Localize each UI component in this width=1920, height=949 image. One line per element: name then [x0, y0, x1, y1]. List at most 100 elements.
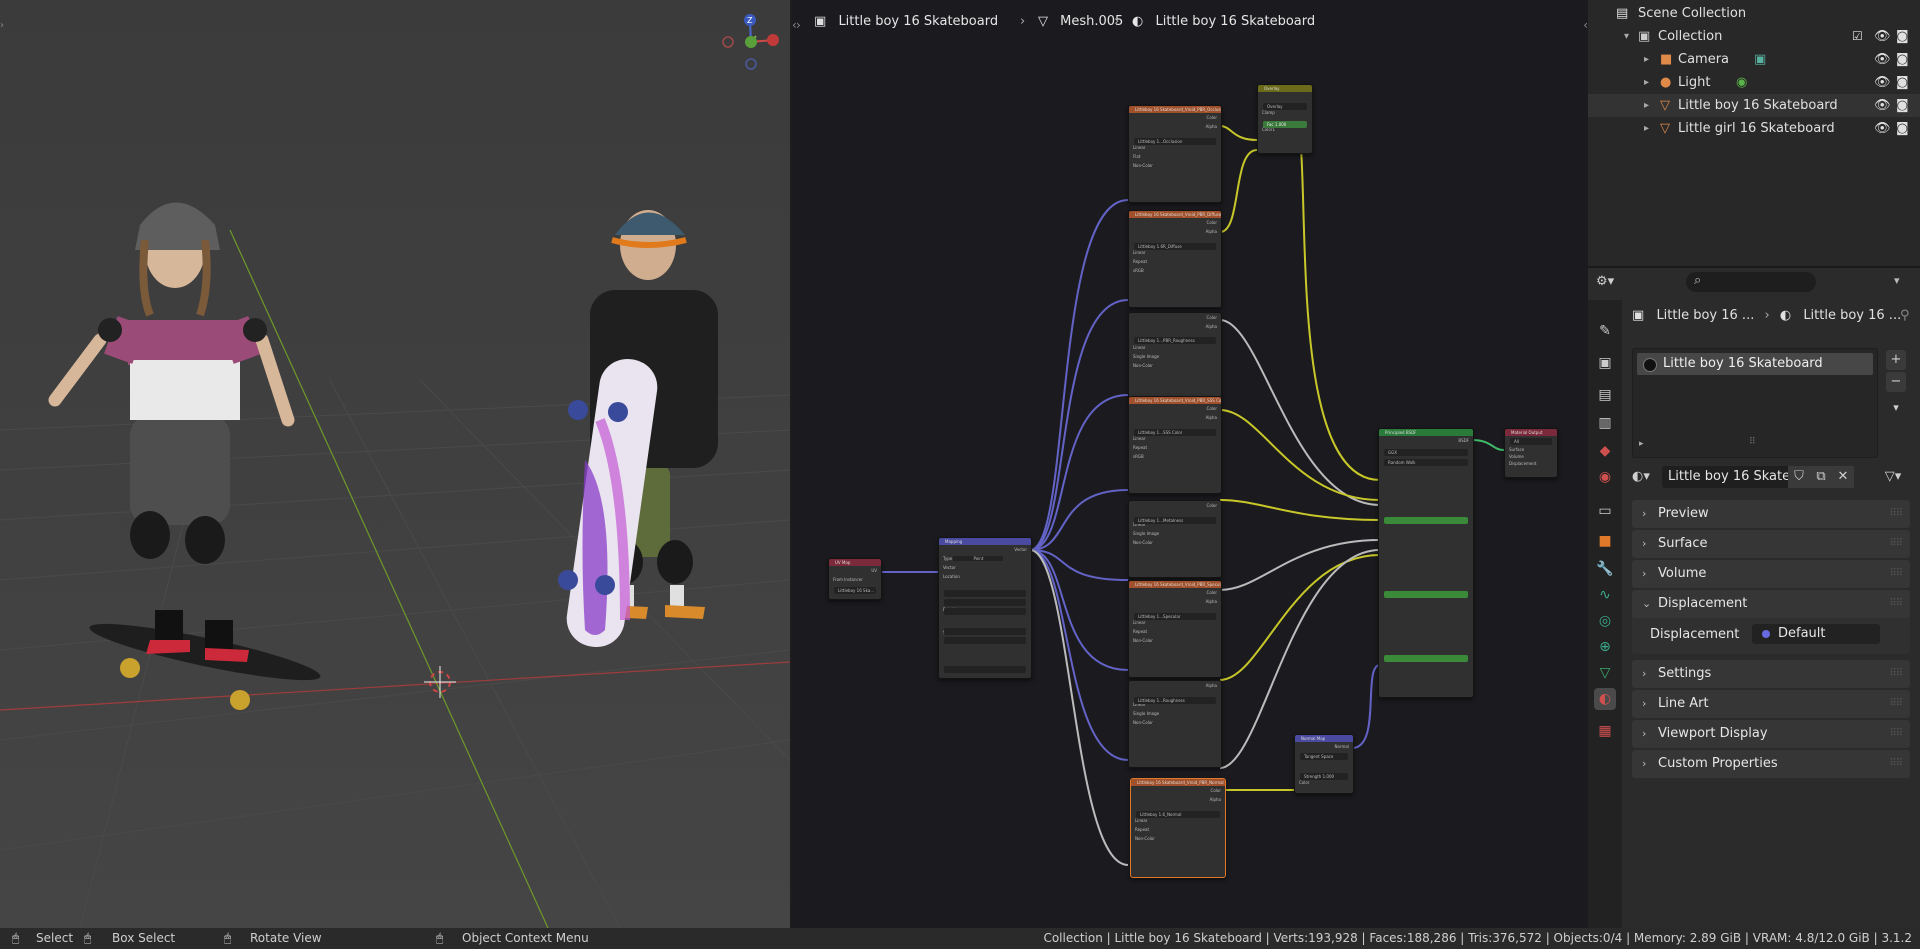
link-mode-button[interactable]: ▽▾ — [1878, 466, 1908, 488]
overlay-mix-node[interactable]: Overlay Overlay Clamp Fac 1.000 Color1 — [1257, 84, 1313, 154]
material-browse-button[interactable]: ◐▾ — [1632, 466, 1660, 488]
panel-displacement[interactable]: ⌄ Displacement ⠿⠿ Displacement Default — [1632, 590, 1910, 654]
chevron-right-icon: › — [1642, 567, 1647, 580]
scene-collection-row[interactable]: ▤ Scene Collection — [1588, 2, 1920, 25]
panel-line-art[interactable]: › Line Art ⠿⠿ — [1632, 690, 1910, 718]
shader-editor[interactable]: ‹ › ▣ Little boy 16 Skateboard › ▽ Mesh.… — [792, 0, 1588, 928]
unlink-close-icon[interactable]: ✕ — [1832, 466, 1854, 488]
physics-tab-icon[interactable]: ◎ — [1594, 610, 1616, 632]
panel-surface[interactable]: › Surface ⠿⠿ — [1632, 530, 1910, 558]
texture-tab-icon[interactable]: ▦ — [1594, 720, 1616, 742]
add-slot-button[interactable]: + — [1886, 350, 1906, 370]
image-texture-node[interactable]: Littleboy 16 Skateboard_Vroid_PBR_Diffus… — [1128, 210, 1222, 308]
outliner-item-camera[interactable]: ▸ ■ Camera ▣ 👁 ◙ — [1588, 48, 1920, 71]
object-tab-icon[interactable]: ■ — [1594, 530, 1616, 552]
chevron-down-icon[interactable]: ▾ — [1624, 25, 1629, 48]
duplicate-material-icon[interactable]: ⧉ — [1810, 466, 1832, 488]
constraints-tab-icon[interactable]: ⊕ — [1594, 636, 1616, 658]
camera-render-icon[interactable]: ◙ — [1896, 48, 1909, 71]
chevron-right-icon: › — [1642, 727, 1647, 740]
play-icon[interactable]: ▸ — [1639, 439, 1644, 449]
material-icon: ◐ — [1779, 308, 1792, 323]
mapping-node[interactable]: Mapping Vector Type Point Vector Locatio… — [938, 537, 1032, 679]
list-resize-handle[interactable]: ⠿ — [1749, 437, 1756, 447]
scene-tab-icon[interactable]: ◆ — [1594, 440, 1616, 462]
chevron-right-icon[interactable]: ▸ — [1644, 94, 1649, 117]
viewport-edge-arrow[interactable]: › — [0, 20, 4, 31]
image-texture-node[interactable]: Littleboy 16 Skateboard_Vroid_PBR_Occlus… — [1128, 105, 1222, 203]
mouse-middle-icon: 🖱 — [84, 931, 92, 945]
collection-tab-icon[interactable]: ▭ — [1594, 500, 1616, 522]
particles-tab-icon[interactable]: ∿ — [1594, 584, 1616, 606]
eye-icon[interactable]: 👁 — [1874, 117, 1891, 140]
image-texture-node[interactable]: Littleboy 16 Skateboard_Vroid_PBR_SSS Co… — [1128, 396, 1222, 494]
editor-type-button[interactable]: ⚙▾ — [1596, 274, 1626, 294]
outliner[interactable]: ▤ Scene Collection ▾ ▣ Collection ☑ 👁 ◙ … — [1588, 0, 1920, 266]
material-name-field[interactable]: Little boy 16 Skate... — [1662, 466, 1790, 488]
eye-icon[interactable]: 👁 — [1874, 71, 1891, 94]
camera-render-icon[interactable]: ◙ — [1896, 94, 1909, 117]
chevron-right-icon: › — [1642, 507, 1647, 520]
camera-render-icon[interactable]: ◙ — [1896, 25, 1909, 48]
remove-slot-button[interactable]: − — [1886, 372, 1906, 392]
view-layer-tab-icon[interactable]: ▥ — [1594, 412, 1616, 434]
image-texture-node[interactable]: Color Alpha Littleboy 1...PBR_Roughness … — [1128, 312, 1222, 398]
mesh-object-icon: ▽ — [1660, 98, 1670, 113]
properties-breadcrumb: ▣ Little boy 16 ... › ◐ Little boy 16 ..… — [1632, 308, 1902, 323]
camera-render-icon[interactable]: ◙ — [1896, 71, 1909, 94]
panel-preview[interactable]: › Preview ⠿⠿ — [1632, 500, 1910, 528]
displacement-method-dropdown[interactable]: Default — [1752, 624, 1880, 644]
outliner-item-boy[interactable]: ▸ ▽ Little boy 16 Skateboard 👁 ◙ — [1588, 94, 1920, 117]
chevron-right-icon[interactable]: ▸ — [1644, 48, 1649, 71]
modifier-tab-icon[interactable]: 🔧 — [1594, 558, 1616, 580]
search-input[interactable]: ⌕ — [1686, 272, 1816, 292]
chevron-down-icon[interactable]: ▾ — [1894, 274, 1900, 287]
material-tab-icon[interactable]: ◐ — [1594, 688, 1616, 710]
3d-viewport[interactable]: Z › — [0, 0, 790, 928]
properties-editor[interactable]: ⚙▾ ⌕ ▾ ✎ ▣ ▤ ▥ ◆ ◉ ▭ ■ 🔧 ∿ ◎ ⊕ ▽ ◐ ▦ ▣ L… — [1588, 266, 1920, 930]
image-texture-node[interactable]: Color Littleboy 1...Metalness Linear Sin… — [1128, 500, 1222, 578]
outliner-item-light[interactable]: ▸ ● Light ◉ 👁 ◙ — [1588, 71, 1920, 94]
world-tab-icon[interactable]: ◉ — [1594, 466, 1616, 488]
image-texture-node[interactable]: Littleboy 16 Skateboard_Vroid_PBR_Specul… — [1128, 580, 1222, 678]
eye-icon[interactable]: 👁 — [1874, 94, 1891, 117]
properties-tabs: ✎ ▣ ▤ ▥ ◆ ◉ ▭ ■ 🔧 ∿ ◎ ⊕ ▽ ◐ ▦ — [1588, 300, 1622, 930]
vector-socket-icon — [1762, 630, 1770, 638]
material-output-node[interactable]: Material Output All Surface Volume Displ… — [1504, 428, 1558, 478]
chevron-right-icon[interactable]: ▸ — [1644, 117, 1649, 140]
render-tab-icon[interactable]: ▣ — [1594, 352, 1616, 374]
data-tab-icon[interactable]: ▽ — [1594, 662, 1616, 684]
principled-bsdf-node[interactable]: Principled BSDF BSDF GGX Random Walk — [1378, 428, 1474, 698]
eye-icon[interactable]: 👁 — [1874, 25, 1891, 48]
material-preview-icon — [1643, 358, 1657, 372]
light-data-icon[interactable]: ◉ — [1736, 71, 1747, 94]
material-slot-item[interactable]: Little boy 16 Skateboard — [1637, 353, 1873, 375]
panel-volume[interactable]: › Volume ⠿⠿ — [1632, 560, 1910, 588]
pin-icon[interactable]: ⚲ — [1900, 308, 1910, 323]
image-texture-node-selected[interactable]: Littleboy 16 Skateboard_Vroid_PBR_Normal… — [1130, 778, 1226, 878]
panel-viewport-display[interactable]: › Viewport Display ⠿⠿ — [1632, 720, 1910, 748]
status-rotate-hint: Rotate View — [250, 931, 322, 945]
displacement-label: Displacement — [1650, 627, 1740, 642]
material-slot-list[interactable]: Little boy 16 Skateboard ▸ ⠿ — [1632, 348, 1878, 458]
viewport-scene: Z — [0, 0, 790, 928]
gizmo-x-handle — [767, 34, 779, 46]
slot-specials-button[interactable]: ▾ — [1886, 398, 1906, 418]
tool-tab-icon[interactable]: ✎ — [1594, 320, 1616, 342]
collection-row[interactable]: ▾ ▣ Collection ☑ 👁 ◙ — [1588, 25, 1920, 48]
image-texture-node[interactable]: Alpha Littleboy 1...Roughness Linear Sin… — [1128, 680, 1222, 768]
normal-map-node[interactable]: Normal Map Normal Tangent Space Strength… — [1294, 734, 1354, 794]
fake-user-shield-icon[interactable]: ⛉ — [1788, 466, 1810, 488]
panel-custom-properties[interactable]: › Custom Properties ⠿⠿ — [1632, 750, 1910, 778]
status-bar: 🖱 Select 🖱 Box Select 🖱 Rotate View 🖱 Ob… — [0, 928, 1920, 949]
outliner-item-girl[interactable]: ▸ ▽ Little girl 16 Skateboard 👁 ◙ — [1588, 117, 1920, 140]
checkbox-icon[interactable]: ☑ — [1852, 25, 1863, 48]
camera-data-icon[interactable]: ▣ — [1754, 48, 1766, 71]
chevron-right-icon: › — [1642, 667, 1647, 680]
camera-render-icon[interactable]: ◙ — [1896, 117, 1909, 140]
output-tab-icon[interactable]: ▤ — [1594, 384, 1616, 406]
eye-icon[interactable]: 👁 — [1874, 48, 1891, 71]
uv-map-node[interactable]: UV Map UV From Instancer Littleboy 16 Sk… — [828, 558, 882, 600]
panel-settings[interactable]: › Settings ⠿⠿ — [1632, 660, 1910, 688]
chevron-right-icon[interactable]: ▸ — [1644, 71, 1649, 94]
